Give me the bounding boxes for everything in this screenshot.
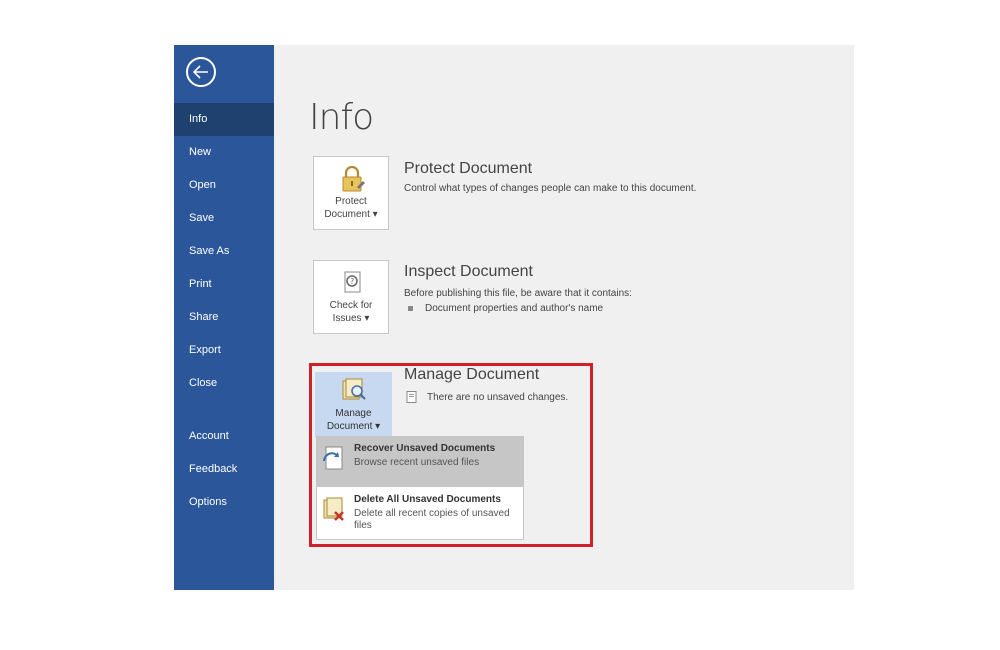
nav-item-save-as[interactable]: Save As	[174, 235, 274, 268]
nav-item-close[interactable]: Close	[174, 367, 274, 400]
back-arrow-icon[interactable]	[186, 57, 216, 87]
protect-document-button[interactable]: Protect Document ▾	[313, 156, 389, 230]
inspect-document-description: Before publishing this file, be aware th…	[404, 288, 632, 299]
lock-icon	[342, 165, 365, 192]
nav-item-save[interactable]: Save	[174, 202, 274, 235]
backstage-nav: Info New Open Save Save As Print Share E…	[174, 103, 274, 519]
protect-document-title: Protect Document	[404, 160, 533, 177]
nav-item-new[interactable]: New	[174, 136, 274, 169]
nav-item-share[interactable]: Share	[174, 301, 274, 334]
protect-document-description: Control what types of changes people can…	[404, 183, 697, 194]
nav-item-options[interactable]: Options	[174, 486, 274, 519]
nav-item-feedback[interactable]: Feedback	[174, 453, 274, 486]
nav-item-info[interactable]: Info	[174, 103, 274, 136]
nav-item-print[interactable]: Print	[174, 268, 274, 301]
svg-text:?: ?	[350, 277, 354, 286]
inspect-bullet-item: Document properties and author's name	[408, 303, 603, 314]
inspect-bullet-text: Document properties and author's name	[425, 303, 604, 314]
bullet-marker	[408, 305, 413, 311]
nav-item-account[interactable]: Account	[174, 420, 274, 453]
check-issues-label-2: Issues ▾	[332, 313, 370, 324]
protect-button-label-1: Protect	[335, 196, 367, 207]
nav-item-export[interactable]: Export	[174, 334, 274, 367]
nav-item-open[interactable]: Open	[174, 169, 274, 202]
page-title: Info	[309, 97, 374, 138]
inspect-document-icon: ?	[344, 271, 361, 293]
backstage-sidebar: Info New Open Save Save As Print Share E…	[174, 45, 274, 590]
check-for-issues-button[interactable]: ? Check for Issues ▾	[313, 260, 389, 334]
inspect-document-title: Inspect Document	[404, 263, 533, 280]
nav-separator	[174, 400, 274, 420]
highlight-annotation-box	[309, 363, 593, 547]
protect-button-label-2: Document ▾	[324, 209, 378, 220]
check-issues-label-1: Check for	[329, 300, 373, 311]
